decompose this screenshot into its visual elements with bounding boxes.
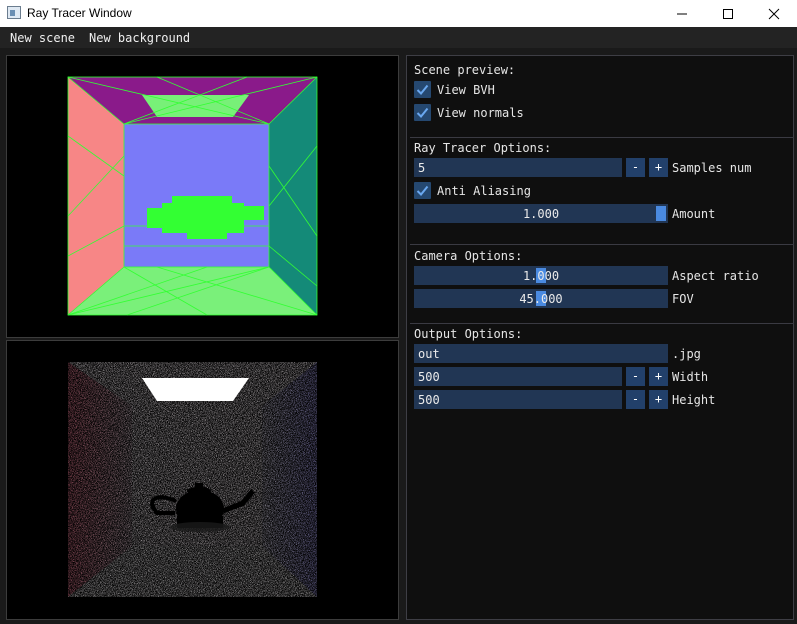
camera-options-title: Camera Options:: [414, 249, 523, 263]
samples-num-value: 5: [418, 161, 426, 175]
section-divider: [410, 244, 794, 245]
output-options-title: Output Options:: [414, 327, 523, 341]
output-height-input[interactable]: 500: [414, 390, 622, 409]
amount-label: Amount: [672, 207, 716, 221]
output-width-label: Width: [672, 370, 709, 384]
width-increment-button[interactable]: +: [649, 367, 668, 386]
maximize-button[interactable]: [705, 0, 751, 27]
checkmark-icon: [416, 107, 429, 118]
aspect-ratio-value: 1.000: [522, 269, 560, 283]
output-width-input[interactable]: 500: [414, 367, 622, 386]
height-decrement-button[interactable]: -: [626, 390, 645, 409]
output-filename-value: out: [418, 347, 440, 361]
title-bar: Ray Tracer Window: [0, 0, 797, 27]
amount-slider[interactable]: 1.000: [414, 204, 668, 223]
aspect-ratio-label: Aspect ratio: [672, 269, 759, 283]
amount-value: 1.000: [522, 207, 560, 221]
samples-increment-button[interactable]: +: [649, 158, 668, 177]
checkmark-icon: [416, 84, 429, 95]
output-extension-label: .jpg: [672, 347, 701, 361]
menu-new-scene[interactable]: New scene: [10, 31, 75, 45]
amount-slider-handle[interactable]: [656, 206, 666, 221]
view-normals-checkbox[interactable]: [414, 104, 431, 121]
window-title: Ray Tracer Window: [27, 6, 132, 20]
menu-new-background[interactable]: New background: [89, 31, 190, 45]
aspect-ratio-slider[interactable]: 1.000: [414, 266, 668, 285]
app-icon: [7, 6, 21, 19]
ray-tracer-options-title: Ray Tracer Options:: [414, 141, 552, 155]
output-width-value: 500: [418, 370, 440, 384]
view-bvh-checkbox[interactable]: [414, 81, 431, 98]
menu-bar: New scene New background: [0, 27, 797, 48]
checkmark-icon: [416, 185, 429, 196]
ray-traced-render: [7, 341, 398, 619]
fov-slider[interactable]: 45.000: [414, 289, 668, 308]
section-divider: [410, 137, 794, 138]
output-filename-input[interactable]: out: [414, 344, 668, 363]
view-bvh-label: View BVH: [437, 83, 495, 97]
fov-label: FOV: [672, 292, 694, 306]
fov-value: 45.000: [519, 292, 563, 306]
bvh-preview-render: [7, 56, 398, 337]
anti-aliasing-label: Anti Aliasing: [437, 184, 531, 198]
samples-decrement-button[interactable]: -: [626, 158, 645, 177]
view-normals-label: View normals: [437, 106, 524, 120]
samples-num-input[interactable]: 5: [414, 158, 622, 177]
samples-num-label: Samples num: [672, 161, 752, 175]
scene-preview-title: Scene preview:: [414, 63, 516, 77]
minimize-button[interactable]: [659, 0, 705, 27]
section-divider: [410, 323, 794, 324]
close-icon: [768, 8, 780, 19]
minimize-icon: [677, 13, 687, 14]
output-height-value: 500: [418, 393, 440, 407]
width-decrement-button[interactable]: -: [626, 367, 645, 386]
anti-aliasing-checkbox[interactable]: [414, 182, 431, 199]
height-increment-button[interactable]: +: [649, 390, 668, 409]
scene-preview-viewport[interactable]: [6, 55, 399, 338]
output-height-label: Height: [672, 393, 716, 407]
render-viewport[interactable]: [6, 340, 399, 620]
close-button[interactable]: [751, 0, 797, 27]
maximize-icon: [723, 8, 733, 19]
